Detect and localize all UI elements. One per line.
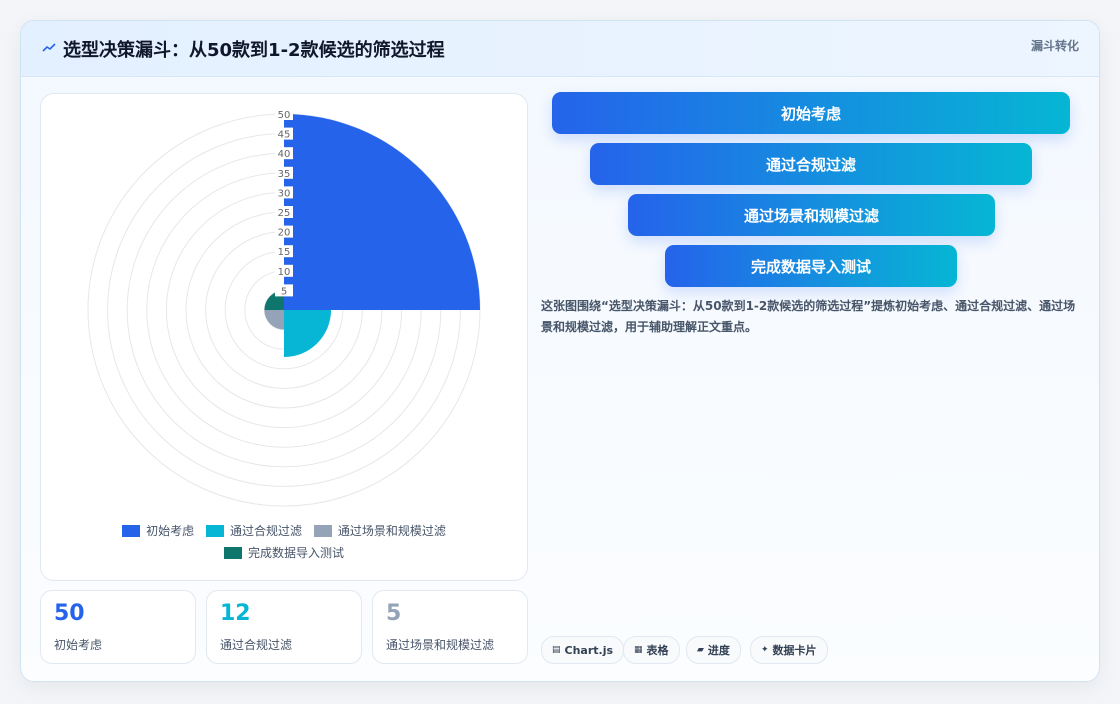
radial-tick-label: 50 bbox=[278, 110, 291, 121]
legend-swatch bbox=[205, 525, 224, 537]
legend-swatch bbox=[313, 525, 332, 537]
radial-tick-label: 25 bbox=[278, 208, 291, 219]
radial-tick-label: 40 bbox=[278, 149, 291, 160]
polar-sector[interactable] bbox=[284, 114, 480, 310]
chart-type-tag: 漏斗转化 bbox=[1030, 39, 1079, 53]
radial-tick-label: 10 bbox=[278, 267, 291, 278]
stat-value: 5 bbox=[386, 601, 402, 626]
radial-tick-label: 30 bbox=[278, 188, 291, 199]
polar-area-chart: 5 10 15 20 25 30 35 40 45 50 bbox=[87, 108, 481, 507]
legend-swatch bbox=[223, 547, 242, 559]
radial-tick-label: 20 bbox=[278, 228, 291, 239]
polar-sector[interactable] bbox=[264, 310, 284, 330]
chart-panel: 5 10 15 20 25 30 35 40 45 50 初始考虑 通过合规过滤 通过场景和规模过… bbox=[40, 93, 528, 581]
stat-label: 初始考虑 bbox=[54, 638, 103, 652]
tech-pill-progress[interactable]: ▰ 进度 bbox=[686, 636, 741, 664]
stat-value: 12 bbox=[220, 601, 251, 626]
page-title: 选型决策漏斗：从50款到1-2款候选的筛选过程 bbox=[63, 40, 445, 61]
funnel-step: 完成数据导入测试 bbox=[665, 245, 957, 287]
radial-tick-label: 45 bbox=[278, 130, 291, 141]
chart-description: 这张图围绕“选型决策漏斗：从50款到1-2款候选的筛选过程”提炼初始考虑、通过合… bbox=[541, 299, 1076, 334]
radial-tick-label: 5 bbox=[281, 286, 287, 297]
stat-card: 5 通过场景和规模过滤 bbox=[372, 590, 528, 664]
funnel-step: 通过场景和规模过滤 bbox=[628, 194, 995, 236]
card-header: 选型决策漏斗：从50款到1-2款候选的筛选过程 漏斗转化 bbox=[21, 21, 1099, 77]
main-card: 选型决策漏斗：从50款到1-2款候选的筛选过程 漏斗转化 5 10 15 20 25 30… bbox=[20, 20, 1100, 682]
polar-sector[interactable] bbox=[284, 310, 332, 358]
stat-card: 50 初始考虑 bbox=[40, 590, 196, 664]
stat-label: 通过场景和规模过滤 bbox=[386, 638, 495, 652]
legend-item[interactable]: 完成数据导入测试 bbox=[223, 542, 344, 564]
stat-label: 通过合规过滤 bbox=[220, 638, 293, 652]
tech-pill-datacard[interactable]: ✦ 数据卡片 bbox=[750, 636, 828, 664]
trend-icon bbox=[42, 43, 56, 52]
tech-pill-table[interactable]: ▦ 表格 bbox=[623, 636, 680, 664]
stat-value: 50 bbox=[54, 601, 85, 626]
chart-legend: 初始考虑 通过合规过滤 通过场景和规模过滤 完成数据导入测试 bbox=[41, 520, 527, 564]
chart-icon: ▤ bbox=[552, 645, 561, 655]
sparkle-icon: ✦ bbox=[761, 645, 769, 655]
legend-swatch bbox=[122, 525, 141, 537]
legend-item[interactable]: 通过合规过滤 bbox=[205, 520, 302, 542]
radial-tick-label: 35 bbox=[278, 169, 291, 180]
funnel-step: 通过合规过滤 bbox=[590, 143, 1032, 185]
funnel-step: 初始考虑 bbox=[552, 92, 1070, 134]
legend-item[interactable]: 初始考虑 bbox=[122, 520, 194, 542]
progress-icon: ▰ bbox=[697, 645, 704, 655]
tech-pill-chartjs[interactable]: ▤ Chart.js bbox=[541, 636, 625, 664]
radial-tick-label: 15 bbox=[278, 247, 291, 258]
stat-card: 12 通过合规过滤 bbox=[206, 590, 362, 664]
legend-item[interactable]: 通过场景和规模过滤 bbox=[313, 520, 446, 542]
table-icon: ▦ bbox=[634, 645, 643, 655]
